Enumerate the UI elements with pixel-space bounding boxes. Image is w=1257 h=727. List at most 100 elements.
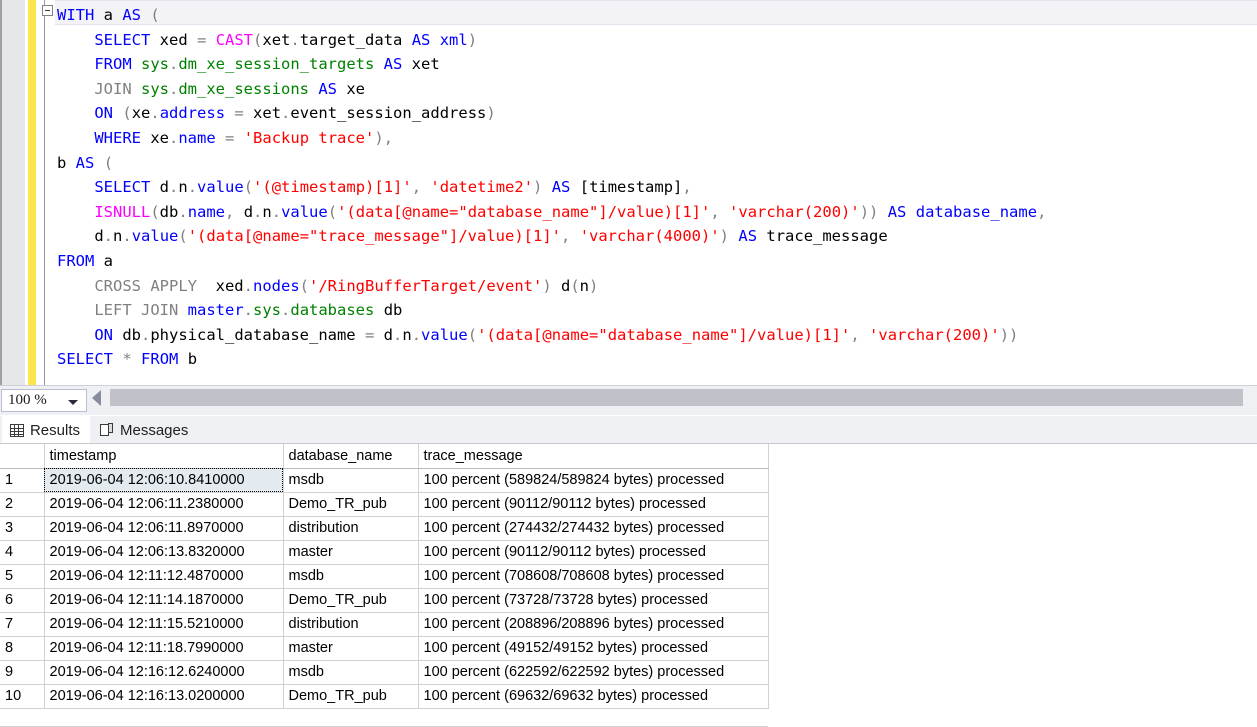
table-row[interactable]: 7 2019-06-04 12:11:15.5210000 distribution… xyxy=(0,612,769,637)
cell-database-name[interactable]: Demo_TR_pub xyxy=(283,684,419,709)
cell-timestamp[interactable]: 2019-06-04 12:11:14.1870000 xyxy=(44,588,284,613)
code-token: 'datetime2' xyxy=(430,178,534,197)
code-token: AS xyxy=(318,79,338,98)
code-line: d.n.value('(data[@name="trace_message"]/… xyxy=(57,224,1046,249)
cell-trace-message[interactable]: 100 percent (589824/589824 bytes) proces… xyxy=(418,468,769,493)
code-token: master xyxy=(187,301,244,320)
cell-database-name[interactable]: Demo_TR_pub xyxy=(283,588,419,613)
cell-trace-message[interactable]: 100 percent (49152/49152 bytes) processe… xyxy=(418,636,769,661)
table-row[interactable]: 2 2019-06-04 12:06:11.2380000 Demo_TR_pub 1… xyxy=(0,492,769,517)
cell-timestamp[interactable]: 2019-06-04 12:11:18.7990000 xyxy=(44,636,284,661)
code-token: b xyxy=(57,153,76,172)
row-number-cell[interactable]: 1 xyxy=(0,468,45,493)
row-number-cell[interactable]: 7 xyxy=(0,612,45,637)
cell-trace-message[interactable]: 100 percent (622592/622592 bytes) proces… xyxy=(418,660,769,685)
cell-database-name[interactable]: msdb xyxy=(283,564,419,589)
cell-database-name[interactable]: msdb xyxy=(283,660,419,685)
table-row[interactable]: 9 2019-06-04 12:16:12.6240000 msdb 100 perc… xyxy=(0,660,769,685)
tab-results-label: Results xyxy=(29,421,80,439)
row-number-cell[interactable]: 10 xyxy=(0,684,45,709)
code-token: address xyxy=(159,104,226,123)
table-row[interactable]: 6 2019-06-04 12:11:14.1870000 Demo_TR_pub 1… xyxy=(0,588,769,613)
sql-code-text[interactable]: WITH a AS ( SELECT xed = CAST(xet.target… xyxy=(57,3,1046,372)
cell-timestamp[interactable]: 2019-06-04 12:06:13.8320000 xyxy=(44,540,284,565)
sql-editor-pane[interactable]: WITH a AS ( SELECT xed = CAST(xet.target… xyxy=(0,0,1257,385)
cell-database-name[interactable]: msdb xyxy=(283,468,419,493)
row-number-cell[interactable]: 6 xyxy=(0,588,45,613)
cell-timestamp[interactable]: 2019-06-04 12:16:12.6240000 xyxy=(44,660,284,685)
code-token: a xyxy=(94,251,113,270)
cell-trace-message[interactable]: 100 percent (69632/69632 bytes) processe… xyxy=(418,684,769,709)
code-token: = xyxy=(225,128,235,147)
code-token: . xyxy=(253,202,263,221)
row-number-cell[interactable]: 3 xyxy=(0,516,45,541)
cell-timestamp[interactable]: 2019-06-04 12:11:15.5210000 xyxy=(44,612,284,637)
column-header-timestamp[interactable]: timestamp xyxy=(44,444,284,469)
tab-results[interactable]: Results xyxy=(2,416,90,444)
code-token: ( xyxy=(150,6,160,24)
cell-trace-message[interactable]: 100 percent (90112/90112 bytes) processe… xyxy=(418,540,769,565)
row-number-cell[interactable]: 4 xyxy=(0,540,45,565)
table-row[interactable]: 1 2019-06-04 12:06:10.8410000 msdb 100 perc… xyxy=(0,468,769,493)
code-token: sys xyxy=(141,79,169,98)
cell-database-name[interactable]: Demo_TR_pub xyxy=(283,492,419,517)
row-number-cell[interactable]: 9 xyxy=(0,660,45,685)
code-token: databases xyxy=(290,301,375,320)
column-header-rownum[interactable] xyxy=(0,444,45,469)
results-grid[interactable]: timestamp database_name trace_message 12… xyxy=(0,444,1257,727)
code-token: CROSS APPLY xyxy=(94,276,197,295)
code-token: ) xyxy=(533,178,543,197)
code-token: ( xyxy=(150,202,160,221)
cell-database-name[interactable]: master xyxy=(283,540,419,565)
cell-database-name[interactable]: distribution xyxy=(283,612,419,637)
code-line: FROM sys.dm_xe_session_targets AS xet xyxy=(57,52,1046,77)
cell-database-name[interactable]: distribution xyxy=(283,516,419,541)
code-token: physical_database_name xyxy=(150,325,356,344)
code-token: , xyxy=(850,325,860,344)
row-number-cell[interactable]: 2 xyxy=(0,492,45,517)
row-number-cell[interactable]: 8 xyxy=(0,636,45,661)
cell-trace-message[interactable]: 100 percent (90112/90112 bytes) processe… xyxy=(418,492,769,517)
table-row[interactable]: 8 2019-06-04 12:11:18.7990000 master 100 pe… xyxy=(0,636,769,661)
cell-timestamp[interactable]: 2019-06-04 12:11:12.4870000 xyxy=(44,564,284,589)
tab-messages[interactable]: Messages xyxy=(92,416,204,444)
cell-trace-message[interactable]: 100 percent (708608/708608 bytes) proces… xyxy=(418,564,769,589)
column-header-trace-message[interactable]: trace_message xyxy=(418,444,769,469)
code-token: ( xyxy=(299,276,310,295)
row-number-cell[interactable]: 5 xyxy=(0,564,45,589)
table-row[interactable]: 4 2019-06-04 12:06:13.8320000 master 100 pe… xyxy=(0,540,769,565)
code-token: ON xyxy=(94,325,113,344)
code-token: AS xyxy=(738,227,758,246)
cell-trace-message[interactable]: 100 percent (274432/274432 bytes) proces… xyxy=(418,516,769,541)
cell-trace-message[interactable]: 100 percent (208896/208896 bytes) proces… xyxy=(418,612,769,637)
cell-timestamp[interactable]: 2019-06-04 12:16:13.0200000 xyxy=(44,684,284,709)
table-row[interactable]: 10 2019-06-04 12:16:13.0200000 Demo_TR_pub… xyxy=(0,684,769,709)
scroll-left-arrow-icon[interactable] xyxy=(92,390,101,406)
code-token: . xyxy=(169,128,179,147)
code-token: dm_xe_session_targets xyxy=(178,55,375,74)
editor-horizontal-scrollbar[interactable] xyxy=(92,387,1257,409)
code-token: 'varchar(200)' xyxy=(869,325,1000,344)
cell-database-name[interactable]: master xyxy=(283,636,419,661)
cell-timestamp[interactable]: 2019-06-04 12:06:11.2380000 xyxy=(44,492,284,517)
horizontal-scrollbar-thumb[interactable] xyxy=(110,389,1243,406)
editor-indicator-margin[interactable] xyxy=(2,0,25,385)
table-row[interactable]: 5 2019-06-04 12:11:12.4870000 msdb 100 perc… xyxy=(0,564,769,589)
code-token: [timestamp] xyxy=(579,178,683,197)
code-token: nodes xyxy=(253,276,300,295)
column-header-database-name[interactable]: database_name xyxy=(283,444,419,469)
table-row[interactable]: 3 2019-06-04 12:06:11.8970000 distribution… xyxy=(0,516,769,541)
code-token: ) xyxy=(719,227,730,246)
code-token: xe xyxy=(141,128,169,147)
chevron-down-icon[interactable] xyxy=(68,400,78,405)
cell-trace-message[interactable]: 100 percent (73728/73728 bytes) processe… xyxy=(418,588,769,613)
collapse-region-icon[interactable] xyxy=(42,5,53,16)
cell-timestamp[interactable]: 2019-06-04 12:06:11.8970000 xyxy=(44,516,284,541)
zoom-level-dropdown[interactable]: 100 % xyxy=(1,389,87,412)
cell-timestamp[interactable]: 2019-06-04 12:06:10.8410000 xyxy=(44,468,284,493)
code-token: , xyxy=(710,202,720,221)
